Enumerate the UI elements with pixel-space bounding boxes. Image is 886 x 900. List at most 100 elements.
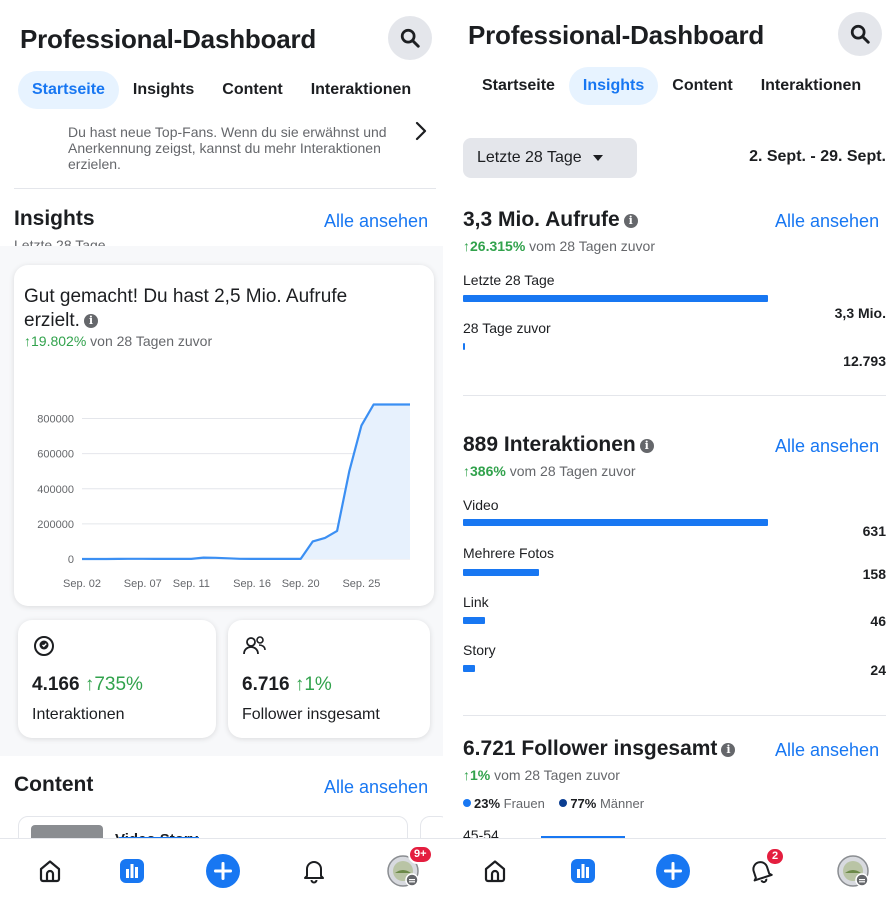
- tab-interaktionen[interactable]: Interaktionen: [297, 71, 425, 109]
- insights-title: Insights: [14, 207, 95, 230]
- right-screen: Professional-Dashboard Startseite Insigh…: [443, 0, 886, 900]
- chart-y-tick-label: 400000: [37, 484, 74, 496]
- followers-title: 6.721 Follower insgesamt i: [463, 737, 736, 761]
- interactions-row-label: Link: [463, 594, 489, 610]
- tab-content[interactable]: Content: [658, 67, 746, 105]
- plus-icon: [656, 854, 690, 888]
- interactions-stat-card[interactable]: 4.166 ↑735% Interaktionen: [18, 620, 216, 738]
- interactions-bar: [463, 665, 475, 672]
- date-range: 2. Sept. - 29. Sept.: [749, 148, 886, 165]
- tab-startseite[interactable]: Startseite: [18, 71, 119, 109]
- followers-icon: [243, 636, 266, 655]
- tab-insights[interactable]: Insights: [119, 71, 208, 109]
- caret-down-icon: [592, 155, 603, 161]
- plus-icon: [206, 854, 240, 888]
- interactions-title: 889 Interaktionen i: [463, 433, 654, 457]
- search-button[interactable]: [838, 12, 882, 56]
- interactions-label: Interaktionen: [32, 706, 125, 723]
- nav-dashboard[interactable]: [565, 853, 601, 889]
- views-change: ↑19.802% von 28 Tagen zuvor: [24, 333, 213, 349]
- tab-bar: Startseite Insights Content Interaktione…: [468, 67, 875, 105]
- dashboard-icon: [571, 859, 595, 883]
- profile-avatar-icon: [837, 855, 869, 887]
- views-bar: [463, 295, 768, 302]
- views-title: 3,3 Mio. Aufrufe i: [463, 208, 638, 232]
- info-icon[interactable]: i: [721, 742, 736, 757]
- nav-home[interactable]: [477, 853, 513, 889]
- followers-label: Follower insgesamt: [242, 706, 380, 723]
- gender-legend: 23% Frauen 77% Männer: [463, 796, 644, 811]
- interactions-see-all-link[interactable]: Alle ansehen: [775, 436, 879, 457]
- content-see-all-link[interactable]: Alle ansehen: [324, 777, 428, 798]
- interactions-row-label: Video: [463, 497, 499, 513]
- search-button[interactable]: [388, 16, 432, 60]
- views-row-label: Letzte 28 Tage: [463, 272, 555, 288]
- notification-badge: 2: [765, 847, 786, 866]
- nav-create[interactable]: [655, 853, 691, 889]
- views-row-value: 3,3 Mio.: [834, 305, 886, 321]
- chart-x-tick-label: Sep. 25: [342, 578, 380, 590]
- chevron-right-icon[interactable]: [414, 120, 428, 142]
- period-select[interactable]: Letzte 28 Tage: [463, 138, 637, 178]
- interactions-bar: [463, 569, 540, 576]
- period-select-value: Letzte 28 Tage: [477, 149, 582, 166]
- content-title: Content: [14, 773, 94, 796]
- bottom-nav: 2: [443, 838, 886, 900]
- interactions-row-label: Story: [463, 642, 496, 658]
- home-icon: [484, 860, 506, 883]
- chart-x-tick-label: Sep. 07: [124, 578, 162, 590]
- info-icon[interactable]: i: [639, 438, 654, 453]
- tab-interaktionen[interactable]: Interaktionen: [747, 67, 875, 105]
- chart-y-tick-label: 600000: [37, 449, 74, 461]
- divider: [14, 188, 436, 189]
- chart-x-tick-label: Sep. 20: [282, 578, 320, 590]
- views-bar: [463, 343, 465, 350]
- interactions-row-value: 158: [862, 566, 886, 582]
- divider: [463, 395, 886, 396]
- info-icon[interactable]: i: [623, 213, 638, 228]
- search-icon: [850, 24, 870, 44]
- interactions-change: ↑386% vom 28 Tagen zuvor: [463, 463, 636, 479]
- chart-x-tick-label: Sep. 16: [233, 578, 271, 590]
- views-see-all-link[interactable]: Alle ansehen: [775, 211, 879, 232]
- chart-y-tick-label: 200000: [37, 519, 74, 531]
- interactions-row-value: 46: [870, 613, 886, 629]
- chart-x-tick-label: Sep. 02: [63, 578, 101, 590]
- tab-insights[interactable]: Insights: [568, 67, 659, 105]
- top-fans-notice[interactable]: Du hast neue Top-Fans. Wenn du sie erwäh…: [68, 124, 398, 172]
- followers-value: 6.716 ↑1%: [242, 674, 332, 695]
- chart-y-tick-label: 0: [68, 554, 74, 566]
- interactions-bar: [463, 617, 486, 624]
- interactions-row-label: Mehrere Fotos: [463, 545, 555, 561]
- dashboard-icon: [120, 859, 144, 883]
- followers-stat-card[interactable]: 6.716 ↑1% Follower insgesamt: [228, 620, 430, 738]
- views-row-value: 12.793: [843, 353, 886, 369]
- insights-see-all-link[interactable]: Alle ansehen: [324, 211, 428, 232]
- divider: [463, 715, 886, 716]
- tab-content[interactable]: Content: [208, 71, 296, 109]
- notification-badge: 9+: [408, 845, 433, 864]
- followers-change: ↑1% vom 28 Tagen zuvor: [463, 767, 620, 783]
- nav-profile[interactable]: [835, 853, 871, 889]
- views-card-title: Gut gemacht! Du hast 2,5 Mio. Aufrufe er…: [24, 286, 348, 331]
- views-line-chart: 0 200000 400000 600000 800000 Sep. 02 Sep. 07 S…: [37, 403, 410, 590]
- interactions-row-value: 24: [870, 662, 886, 678]
- tab-startseite[interactable]: Startseite: [468, 67, 569, 105]
- followers-see-all-link[interactable]: Alle ansehen: [775, 740, 879, 761]
- male-dot: [559, 799, 568, 807]
- nav-create[interactable]: [205, 853, 241, 889]
- nav-dashboard[interactable]: [114, 853, 150, 889]
- views-chart-card[interactable]: Gut gemacht! Du hast 2,5 Mio. Aufrufe er…: [14, 265, 434, 606]
- views-change: ↑26.315% vom 28 Tagen zuvor: [463, 238, 655, 254]
- nav-notifications[interactable]: [296, 853, 332, 889]
- info-icon[interactable]: i: [83, 314, 98, 328]
- chart-y-tick-label: 800000: [37, 414, 74, 426]
- nav-home[interactable]: [32, 853, 68, 889]
- page-title: Professional-Dashboard: [468, 20, 765, 50]
- tab-bar: Startseite Insights Content Interaktione…: [18, 71, 425, 109]
- interactions-bar: [463, 519, 768, 526]
- interactions-icon: [34, 636, 54, 656]
- page-title: Professional-Dashboard: [20, 24, 317, 54]
- search-icon: [400, 28, 420, 48]
- bottom-nav: 9+: [0, 838, 443, 900]
